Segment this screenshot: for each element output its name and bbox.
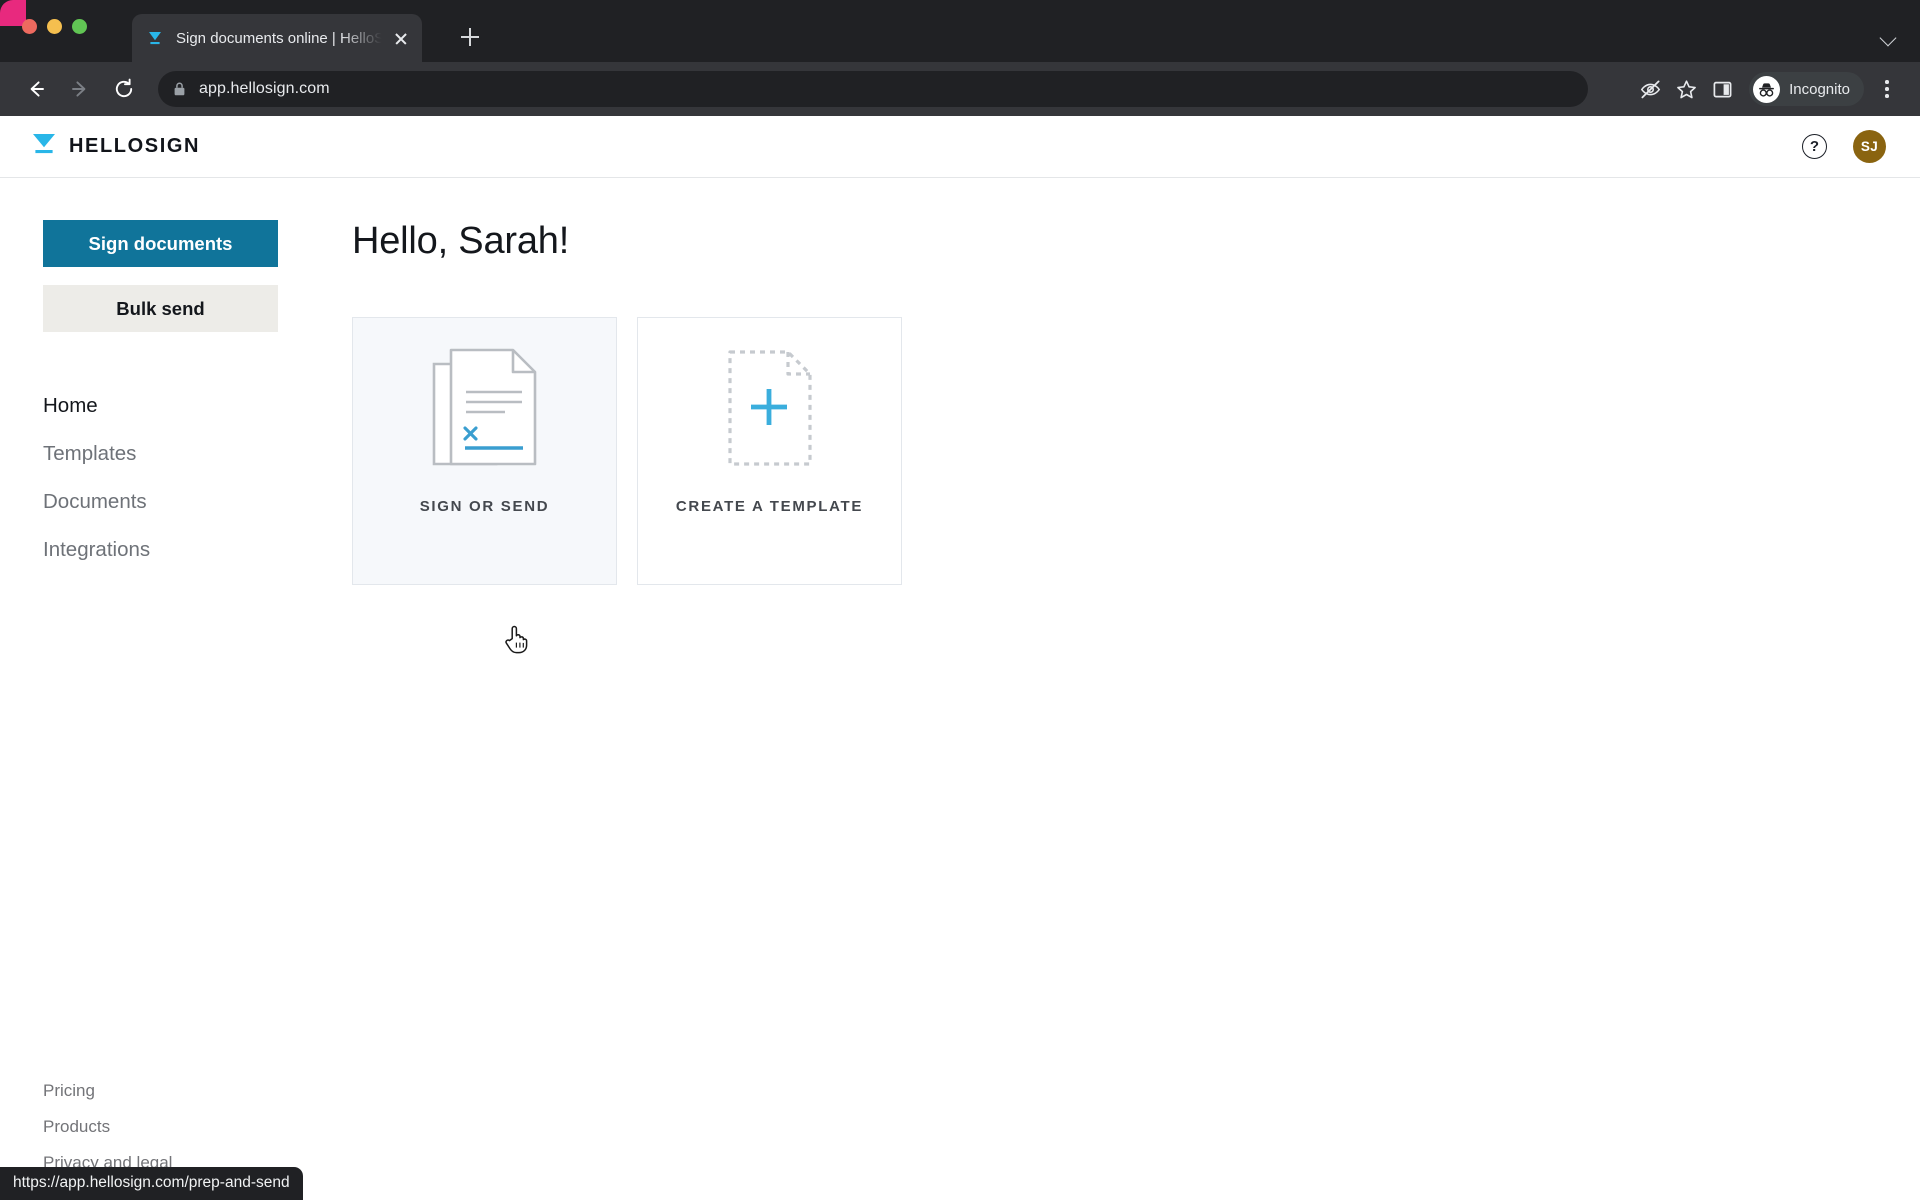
sidebar-item-home[interactable]: Home <box>43 382 98 430</box>
sign-or-send-card-label: SIGN OR SEND <box>420 498 550 515</box>
avatar[interactable]: SJ <box>1853 130 1886 163</box>
footer-link-products[interactable]: Products <box>43 1117 110 1137</box>
dashed-document-plus-icon <box>638 318 901 498</box>
main-content: Hello, Sarah! <box>352 178 1920 1199</box>
side-panel-icon[interactable] <box>1705 72 1739 106</box>
page-title: Hello, Sarah! <box>352 220 1920 263</box>
sidebar-item-templates[interactable]: Templates <box>43 430 136 478</box>
browser-tab-title: Sign documents online | HelloS <box>176 30 386 47</box>
sidebar-nav: Home Templates Documents Integrations <box>43 382 352 574</box>
action-card-row: SIGN OR SEND CREATE A TEMPLATE <box>352 317 1920 585</box>
stacked-signed-document-icon <box>353 318 616 498</box>
eye-crossed-icon[interactable] <box>1633 72 1667 106</box>
reload-icon[interactable] <box>106 71 142 107</box>
create-a-template-card-label: CREATE A TEMPLATE <box>676 498 863 515</box>
app-body: Sign documents Bulk send Home Templates … <box>0 178 1920 1199</box>
page-viewport: HELLOSIGN ? SJ Sign documents Bulk send … <box>0 116 1920 1200</box>
browser-window: Sign documents online | HelloS <box>0 0 1920 1200</box>
bulk-send-button[interactable]: Bulk send <box>43 285 278 332</box>
app-header: HELLOSIGN ? SJ <box>0 116 1920 178</box>
kebab-menu-icon[interactable] <box>1872 72 1902 106</box>
toolbar-actions: Incognito <box>1633 72 1902 106</box>
hellosign-triangle-icon <box>30 131 58 162</box>
hellosign-logo-icon <box>146 29 164 47</box>
hellosign-brand-logo[interactable]: HELLOSIGN <box>30 131 200 162</box>
sidebar-item-integrations[interactable]: Integrations <box>43 526 150 574</box>
forward-arrow-icon <box>62 71 98 107</box>
create-a-template-card[interactable]: CREATE A TEMPLATE <box>637 317 902 585</box>
sign-documents-button[interactable]: Sign documents <box>43 220 278 267</box>
question-mark-icon[interactable]: ? <box>1802 134 1827 159</box>
maximize-window-button[interactable] <box>72 19 87 34</box>
incognito-hat-glasses-icon <box>1753 76 1780 103</box>
back-arrow-icon[interactable] <box>18 71 54 107</box>
app-header-actions: ? SJ <box>1802 130 1886 163</box>
sidebar-item-documents[interactable]: Documents <box>43 478 147 526</box>
brand-name: HELLOSIGN <box>69 135 200 158</box>
chevron-down-icon[interactable] <box>1880 28 1898 46</box>
sidebar: Sign documents Bulk send Home Templates … <box>0 178 352 1199</box>
lock-icon[interactable] <box>172 81 187 97</box>
footer-link-pricing[interactable]: Pricing <box>43 1081 95 1101</box>
close-window-button[interactable] <box>22 19 37 34</box>
plus-icon[interactable] <box>455 22 485 52</box>
address-bar-url: app.hellosign.com <box>199 80 330 98</box>
minimize-window-button[interactable] <box>47 19 62 34</box>
incognito-indicator[interactable]: Incognito <box>1749 72 1864 106</box>
window-traffic-lights[interactable] <box>22 19 87 34</box>
status-bar-url-preview: https://app.hellosign.com/prep-and-send <box>0 1167 303 1200</box>
star-icon[interactable] <box>1669 72 1703 106</box>
browser-tab[interactable]: Sign documents online | HelloS <box>132 14 422 62</box>
sign-or-send-card[interactable]: SIGN OR SEND <box>352 317 617 585</box>
close-icon[interactable] <box>390 27 412 49</box>
address-bar[interactable]: app.hellosign.com <box>158 71 1588 107</box>
browser-tab-strip: Sign documents online | HelloS <box>0 0 1920 62</box>
sidebar-footer: Pricing Products Privacy and legal <box>43 1081 172 1173</box>
incognito-label: Incognito <box>1789 81 1850 98</box>
browser-toolbar: app.hellosign.com <box>0 62 1920 116</box>
